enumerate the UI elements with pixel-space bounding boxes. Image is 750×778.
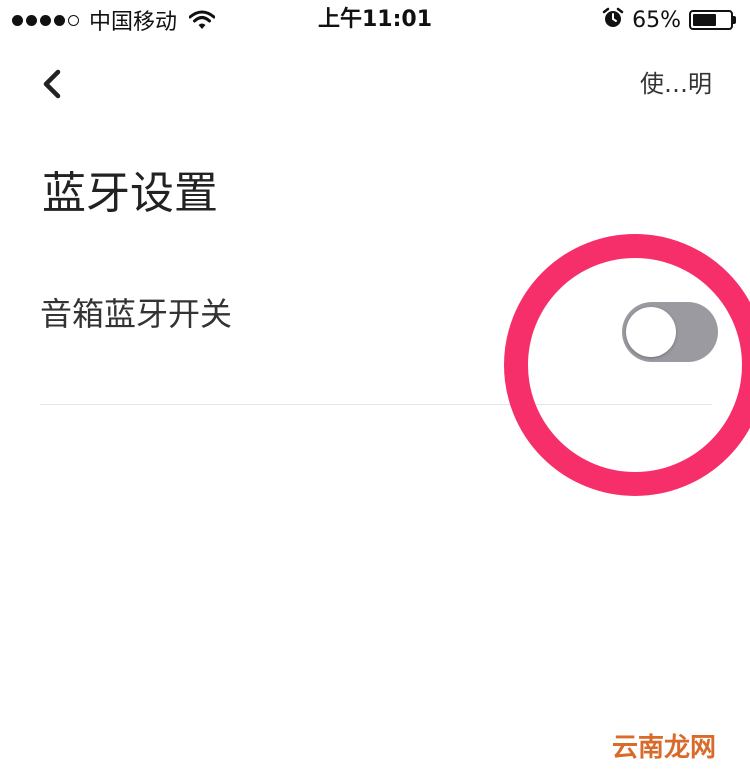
- battery-percent: 65%: [632, 7, 681, 33]
- back-button[interactable]: [30, 62, 74, 106]
- status-right: 65%: [602, 6, 736, 34]
- help-link[interactable]: 使…明: [640, 66, 712, 102]
- battery-icon: [689, 10, 736, 30]
- toggle-knob: [626, 307, 676, 357]
- battery-fill: [693, 14, 717, 26]
- alarm-icon: [602, 7, 624, 33]
- bluetooth-toggle[interactable]: [622, 302, 718, 362]
- watermark-logo: 云南龙网: [611, 733, 716, 763]
- battery-body: [689, 10, 733, 30]
- setting-label: 音箱蓝牙开关: [40, 295, 233, 333]
- chevron-left-icon: [43, 69, 61, 99]
- setting-row-speaker-bluetooth: 音箱蓝牙开关: [40, 280, 718, 405]
- status-bar: 中国移动 上午11:01 65%: [0, 0, 750, 40]
- battery-cap: [733, 16, 736, 24]
- page-title: 蓝牙设置: [42, 168, 218, 219]
